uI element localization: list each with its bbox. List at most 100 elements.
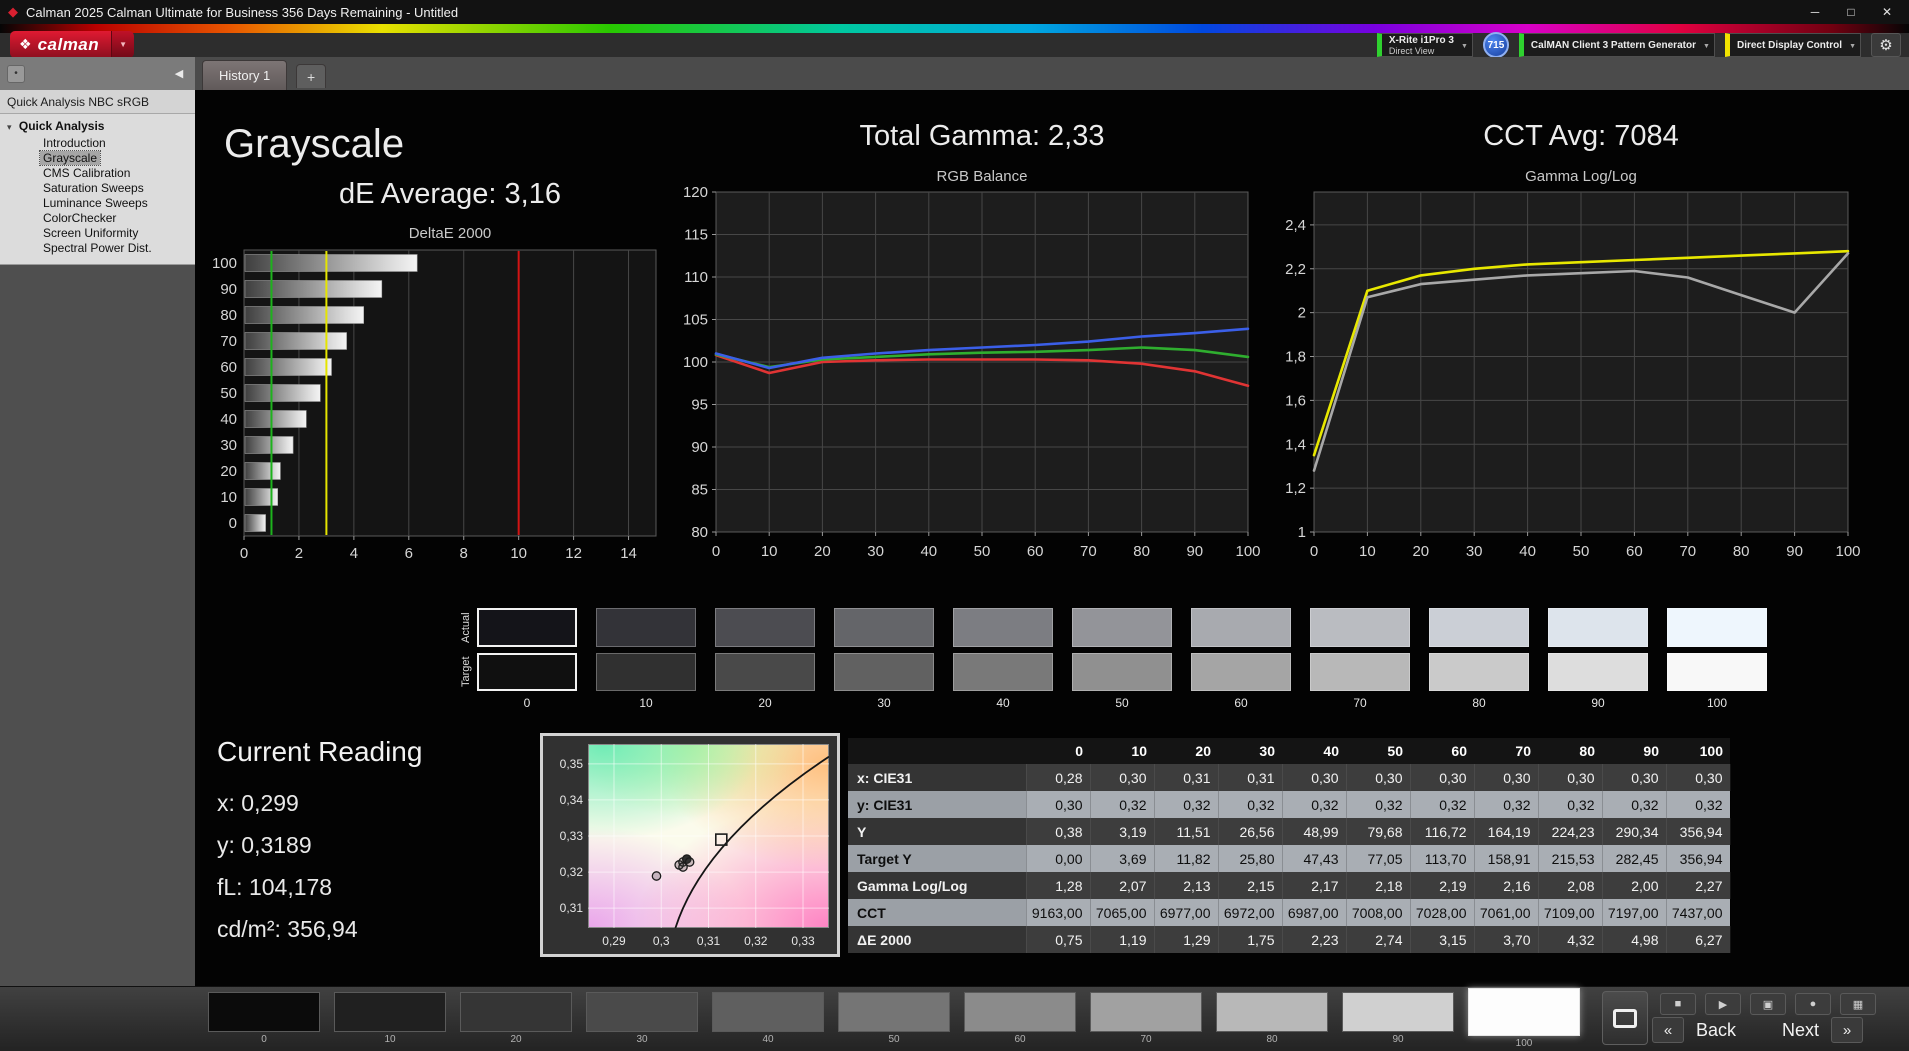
- tree-root-quick-analysis[interactable]: ▾ Quick Analysis: [0, 118, 195, 136]
- table-cell: 2,18: [1346, 872, 1410, 899]
- table-cell: 356,94: [1666, 845, 1730, 872]
- table-cell: 3,70: [1474, 926, 1538, 953]
- target-swatch-30: [834, 653, 934, 691]
- svg-text:30: 30: [220, 437, 237, 454]
- pattern-tile-70[interactable]: 70: [1090, 992, 1202, 1049]
- panel-options-button[interactable]: •: [7, 65, 25, 83]
- sidebar-collapse-button[interactable]: ◀: [170, 65, 188, 83]
- svg-text:50: 50: [974, 543, 991, 560]
- play-button[interactable]: ▶: [1705, 993, 1741, 1015]
- pattern-tile-80[interactable]: 80: [1216, 992, 1328, 1049]
- row-label: Y: [848, 818, 1026, 845]
- table-cell: 7109,00: [1538, 899, 1602, 926]
- pattern-tile-20[interactable]: 20: [460, 992, 572, 1049]
- logo-menu-button[interactable]: ▼: [111, 31, 134, 58]
- pattern-tile-60[interactable]: 60: [964, 992, 1076, 1049]
- sidebar-item-colorchecker[interactable]: ColorChecker: [0, 211, 195, 226]
- table-cell: 0,32: [1218, 791, 1282, 818]
- back-button[interactable]: Back: [1696, 1020, 1736, 1041]
- table-header-cell: 90: [1602, 738, 1666, 764]
- svg-text:115: 115: [684, 227, 708, 244]
- rgb-balance-chart-title: RGB Balance: [716, 168, 1248, 185]
- svg-text:80: 80: [220, 307, 237, 324]
- table-cell: 6,27: [1666, 926, 1730, 953]
- meter-badge[interactable]: 715: [1483, 32, 1509, 58]
- pattern-tile-30[interactable]: 30: [586, 992, 698, 1049]
- table-cell: 0,30: [1282, 764, 1346, 791]
- pattern-tile-10[interactable]: 10: [334, 992, 446, 1049]
- table-cell: 79,68: [1346, 818, 1410, 845]
- record-button[interactable]: ●: [1795, 993, 1831, 1015]
- svg-text:40: 40: [920, 543, 937, 560]
- add-tab-button[interactable]: +: [296, 64, 326, 88]
- svg-text:100: 100: [1835, 543, 1860, 560]
- table-cell: 0,32: [1346, 791, 1410, 818]
- options-icon: ▦: [1853, 998, 1863, 1011]
- app-icon: ◆: [8, 4, 18, 20]
- table-row: Y0,383,1911,5126,5648,9979,68116,72164,1…: [848, 818, 1730, 845]
- device-meter-0[interactable]: X-Rite i1Pro 3Direct View▼: [1377, 33, 1473, 57]
- table-row: ΔE 20000,751,191,291,752,232,743,153,704…: [848, 926, 1730, 953]
- table-header-row: 0102030405060708090100: [848, 738, 1730, 764]
- svg-text:40: 40: [220, 411, 237, 428]
- table-cell: 0,30: [1602, 764, 1666, 791]
- table-cell: 2,23: [1282, 926, 1346, 953]
- swatch-tick-label: 70: [1310, 696, 1410, 710]
- pattern-tile-40[interactable]: 40: [712, 992, 824, 1049]
- table-cell: 0,38: [1026, 818, 1090, 845]
- window-controls: ─ □ ✕: [1797, 0, 1905, 24]
- pattern-tile-90[interactable]: 90: [1342, 992, 1454, 1049]
- tile-label: 90: [1342, 1034, 1454, 1045]
- table-cell: 2,13: [1154, 872, 1218, 899]
- sidebar-item-screen-uniformity[interactable]: Screen Uniformity: [0, 226, 195, 241]
- svg-text:80: 80: [1133, 543, 1150, 560]
- tile-label: 60: [964, 1034, 1076, 1045]
- actual-swatch-0: [477, 608, 577, 647]
- swatch-column-40: 40: [953, 608, 1053, 710]
- svg-text:1,6: 1,6: [1285, 392, 1306, 409]
- tab-history-1[interactable]: History 1: [202, 60, 287, 90]
- pattern-tile-100[interactable]: 100: [1468, 992, 1580, 1049]
- svg-text:1,4: 1,4: [1285, 436, 1306, 453]
- table-cell: 0,30: [1538, 764, 1602, 791]
- sidebar-item-saturation-sweeps[interactable]: Saturation Sweeps: [0, 181, 195, 196]
- close-button[interactable]: ✕: [1869, 0, 1905, 24]
- tile-label: 10: [334, 1034, 446, 1045]
- sidebar-item-cms-calibration[interactable]: CMS Calibration: [0, 166, 195, 181]
- svg-text:105: 105: [683, 312, 708, 329]
- save-button[interactable]: ▣: [1750, 993, 1786, 1015]
- svg-text:80: 80: [691, 524, 708, 541]
- settings-gear-button[interactable]: ⚙: [1871, 33, 1901, 57]
- calman-logo-button[interactable]: ❖ calman ▼: [10, 31, 134, 58]
- svg-text:70: 70: [1679, 543, 1696, 560]
- gear-icon: ⚙: [1879, 36, 1892, 54]
- stop-button[interactable]: ■: [1660, 993, 1696, 1015]
- actual-row-label: Actual: [455, 608, 477, 647]
- sidebar-item-introduction[interactable]: Introduction: [0, 136, 195, 151]
- target-swatch-0: [477, 653, 577, 691]
- minimize-button[interactable]: ─: [1797, 0, 1833, 24]
- skip-next-button[interactable]: »: [1831, 1017, 1863, 1043]
- swatch-column-30: 30: [834, 608, 934, 710]
- device-meter-2[interactable]: Direct Display Control▼: [1725, 33, 1861, 57]
- table-cell: 2,07: [1090, 872, 1154, 899]
- svg-text:0,31: 0,31: [697, 934, 721, 948]
- sidebar-item-luminance-sweeps[interactable]: Luminance Sweeps: [0, 196, 195, 211]
- pattern-window-button[interactable]: [1602, 991, 1648, 1045]
- pattern-tile-50[interactable]: 50: [838, 992, 950, 1049]
- sidebar-item-spectral-power-dist[interactable]: Spectral Power Dist.: [0, 241, 195, 256]
- tile-label: 20: [460, 1034, 572, 1045]
- maximize-button[interactable]: □: [1833, 0, 1869, 24]
- pattern-tile-0[interactable]: 0: [208, 992, 320, 1049]
- skip-back-button[interactable]: «: [1652, 1017, 1684, 1043]
- options-button[interactable]: ▦: [1840, 993, 1876, 1015]
- table-cell: 0,32: [1090, 791, 1154, 818]
- actual-swatch-20: [715, 608, 815, 647]
- sidebar-item-grayscale[interactable]: Grayscale: [0, 151, 195, 166]
- device-meter-1[interactable]: CalMAN Client 3 Pattern Generator▼: [1519, 33, 1715, 57]
- svg-text:0: 0: [1310, 543, 1318, 560]
- next-button[interactable]: Next: [1782, 1020, 1819, 1041]
- svg-text:10: 10: [761, 543, 778, 560]
- svg-text:0: 0: [712, 543, 720, 560]
- swatch-tick-label: 60: [1191, 696, 1291, 710]
